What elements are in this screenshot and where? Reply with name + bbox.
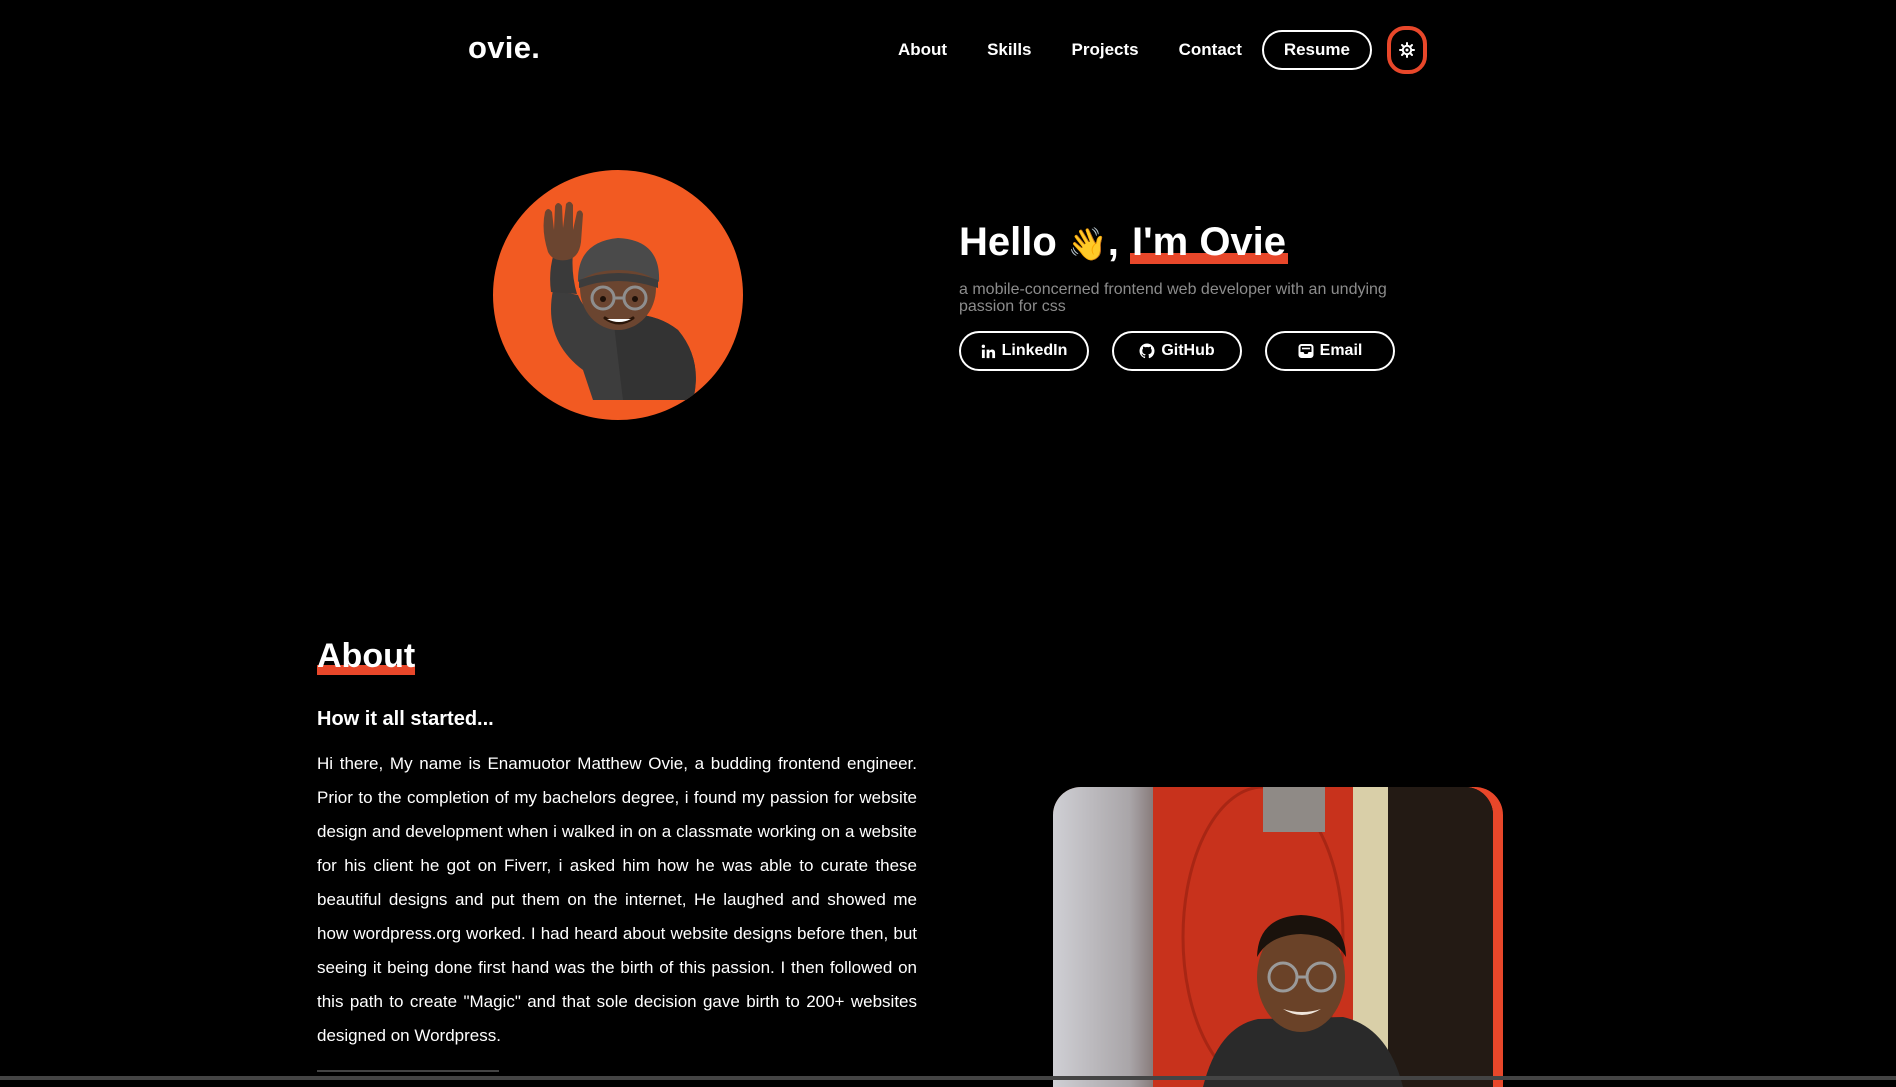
github-icon — [1139, 343, 1155, 359]
email-icon — [1298, 344, 1314, 358]
hero-comma: , — [1107, 220, 1119, 264]
github-button[interactable]: GitHub — [1112, 331, 1242, 371]
nav-link-projects[interactable]: Projects — [1072, 30, 1139, 70]
linkedin-button[interactable]: LinkedIn — [959, 331, 1089, 371]
memoji-avatar — [493, 170, 743, 420]
hero-greeting: Hello — [959, 220, 1057, 264]
github-label: GitHub — [1161, 342, 1215, 359]
linkedin-icon — [981, 344, 995, 358]
nav-link-about[interactable]: About — [898, 30, 947, 70]
wave-emoji-icon: 👋 — [1067, 226, 1108, 262]
email-label: Email — [1319, 342, 1363, 359]
gear-icon — [1399, 42, 1415, 58]
bottom-scrollbar-edge — [0, 1076, 1896, 1080]
about-heading: About — [317, 636, 416, 676]
about-paragraph: Hi there, My name is Enamuotor Matthew O… — [317, 754, 917, 1045]
hero-name-highlight: I'm Ovie — [1130, 220, 1289, 264]
hero-title: Hello 👋, I'm Ovie — [959, 215, 1429, 271]
nav-link-contact[interactable]: Contact — [1179, 30, 1242, 70]
linkedin-label: LinkedIn — [1001, 342, 1068, 359]
profile-photo-illustration — [1053, 787, 1493, 1087]
nav-link-skills[interactable]: Skills — [987, 30, 1031, 70]
email-button[interactable]: Email — [1265, 331, 1395, 371]
hero-subtitle: a mobile-concerned frontend web develope… — [959, 281, 1387, 315]
waving-memoji-illustration — [543, 201, 696, 400]
social-links: LinkedIn GitHub Email — [959, 331, 1429, 371]
about-subheading: How it all started... — [317, 708, 494, 730]
about-heading-text: About — [317, 637, 416, 675]
nav-links: About Skills Projects Contact Resume — [898, 30, 1372, 70]
hero-intro: Hello 👋, I'm Ovie a mobile-concerned fro… — [959, 215, 1429, 371]
theme-toggle-button[interactable] — [1387, 26, 1427, 74]
about-divider — [317, 1070, 499, 1072]
top-navigation: ovie. About Skills Projects Contact Resu… — [0, 0, 1896, 100]
site-logo[interactable]: ovie. — [468, 30, 540, 66]
resume-button[interactable]: Resume — [1261, 30, 1372, 70]
profile-photo — [1053, 787, 1493, 1087]
